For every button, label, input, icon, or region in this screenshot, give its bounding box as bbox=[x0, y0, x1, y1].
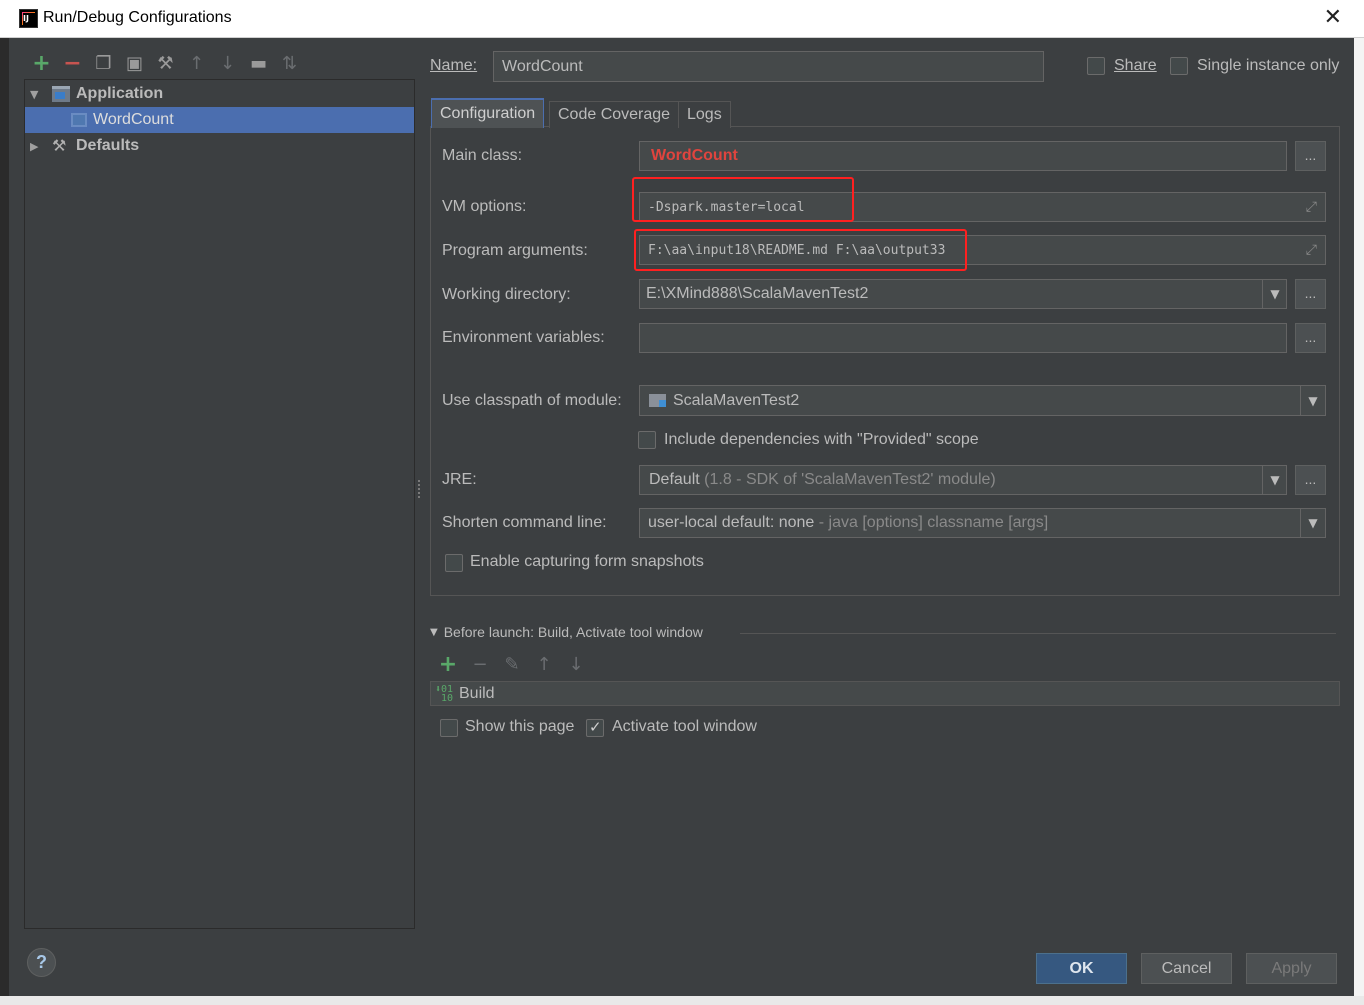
activate-tool-window-checkbox[interactable] bbox=[586, 718, 604, 737]
window-edge-left bbox=[0, 38, 9, 1005]
shorten-command-line-combo[interactable]: user-local default: none - java [options… bbox=[639, 508, 1326, 538]
name-input[interactable]: WordCount bbox=[493, 51, 1044, 82]
tab-code-coverage[interactable]: Code Coverage bbox=[549, 101, 680, 128]
single-instance-label: Single instance only bbox=[1197, 57, 1340, 74]
close-icon[interactable]: ✕ bbox=[1324, 5, 1342, 30]
copy-icon[interactable]: ❐ bbox=[88, 51, 119, 75]
tree-item-label: WordCount bbox=[93, 111, 174, 128]
move-up-icon[interactable]: ↑ bbox=[528, 653, 560, 675]
share-checkbox[interactable] bbox=[1087, 57, 1105, 75]
chevron-down-icon[interactable]: ▼ bbox=[1300, 386, 1325, 415]
working-directory-value: E:\XMind888\ScalaMavenTest2 bbox=[646, 285, 869, 302]
tab-configuration[interactable]: Configuration bbox=[431, 98, 545, 128]
intellij-icon bbox=[19, 9, 38, 28]
splitter-handle[interactable] bbox=[418, 480, 422, 498]
configuration-tree: ▼ Application WordCount ▶ ⚒ Defaults bbox=[24, 79, 415, 929]
environment-variables-label: Environment variables: bbox=[442, 329, 605, 346]
working-directory-label: Working directory: bbox=[442, 286, 571, 303]
before-launch-title: Before launch: Build, Activate tool wind… bbox=[443, 624, 703, 640]
expand-icon[interactable]: ⤢ bbox=[1306, 242, 1317, 258]
chevron-down-icon[interactable]: ▼ bbox=[1262, 466, 1287, 494]
edit-icon[interactable]: ✎ bbox=[496, 653, 528, 675]
window-edge-bottom bbox=[0, 996, 1364, 1005]
vm-options-label: VM options: bbox=[442, 198, 527, 215]
run-config-icon bbox=[71, 113, 87, 127]
enable-snapshots-checkbox[interactable] bbox=[445, 554, 463, 572]
chevron-down-icon[interactable]: ▼ bbox=[1262, 280, 1287, 308]
section-divider bbox=[740, 633, 1336, 634]
wrench-icon[interactable]: ⚒ bbox=[150, 51, 181, 75]
move-up-icon[interactable]: ↑ bbox=[181, 51, 212, 75]
wrench-icon: ⚒ bbox=[52, 136, 67, 155]
environment-variables-browse-button[interactable]: ... bbox=[1295, 323, 1326, 353]
config-toolbar: + − ❐ ▣ ⚒ ↑ ↓ ▬ ⇅ bbox=[26, 51, 305, 76]
expand-arrow-icon[interactable]: ▼ bbox=[30, 88, 44, 101]
add-icon[interactable]: + bbox=[26, 51, 57, 76]
jre-value: Default bbox=[649, 471, 700, 488]
classpath-module-combo[interactable]: ScalaMavenTest2 bbox=[639, 385, 1326, 416]
tab-logs[interactable]: Logs bbox=[678, 101, 731, 128]
jre-hint: (1.8 - SDK of 'ScalaMavenTest2' module) bbox=[704, 471, 996, 488]
main-class-input[interactable]: WordCount bbox=[639, 141, 1287, 171]
move-down-icon[interactable]: ↓ bbox=[212, 51, 243, 75]
highlight-box bbox=[632, 177, 854, 222]
build-icon: ⬇01 10 bbox=[435, 683, 454, 704]
remove-icon[interactable]: − bbox=[57, 51, 88, 76]
environment-variables-input[interactable] bbox=[639, 323, 1287, 353]
apply-button[interactable]: Apply bbox=[1246, 953, 1337, 984]
move-down-icon[interactable]: ↓ bbox=[560, 653, 592, 675]
task-label: Build bbox=[459, 684, 495, 702]
single-instance-checkbox[interactable] bbox=[1170, 57, 1188, 75]
tree-item-label: Defaults bbox=[76, 137, 140, 154]
include-dependencies-label: Include dependencies with "Provided" sco… bbox=[664, 431, 979, 448]
sort-icon[interactable]: ⇅ bbox=[274, 51, 305, 75]
window-edge-right bbox=[1354, 38, 1364, 1005]
jre-label: JRE: bbox=[442, 471, 477, 488]
title-bar: Run/Debug Configurations ✕ bbox=[0, 0, 1364, 38]
working-directory-combo[interactable]: E:\XMind888\ScalaMavenTest2 bbox=[639, 279, 1287, 309]
remove-icon[interactable]: − bbox=[464, 653, 496, 675]
tree-item-wordcount[interactable]: WordCount bbox=[25, 107, 414, 133]
show-this-page-label: Show this page bbox=[465, 718, 575, 735]
highlight-box bbox=[634, 229, 967, 271]
folder-icon[interactable]: ▬ bbox=[243, 51, 274, 75]
ok-button[interactable]: OK bbox=[1036, 953, 1127, 984]
save-icon[interactable]: ▣ bbox=[119, 51, 150, 75]
collapse-arrow-icon[interactable]: ▶ bbox=[30, 140, 44, 153]
before-launch-toolbar: + − ✎ ↑ ↓ bbox=[432, 652, 592, 677]
expand-icon[interactable]: ⤢ bbox=[1306, 199, 1317, 215]
before-launch-header[interactable]: ▼ Before launch: Build, Activate tool wi… bbox=[430, 624, 703, 640]
application-icon bbox=[52, 86, 70, 102]
before-launch-task-build[interactable]: ⬇01 10 Build bbox=[430, 681, 1340, 706]
main-class-browse-button[interactable]: ... bbox=[1295, 141, 1326, 171]
collapse-arrow-icon[interactable]: ▼ bbox=[430, 627, 438, 638]
tree-item-defaults[interactable]: ▶ ⚒ Defaults bbox=[25, 133, 414, 159]
enable-snapshots-label: Enable capturing form snapshots bbox=[470, 553, 704, 570]
jre-browse-button[interactable]: ... bbox=[1295, 465, 1326, 495]
program-arguments-label: Program arguments: bbox=[442, 242, 588, 259]
shorten-command-line-hint: - java [options] classname [args] bbox=[818, 514, 1049, 531]
shorten-command-line-value: user-local default: none bbox=[648, 514, 815, 531]
tree-item-application[interactable]: ▼ Application bbox=[25, 81, 414, 107]
include-dependencies-checkbox[interactable] bbox=[638, 431, 656, 449]
jre-combo[interactable]: Default (1.8 - SDK of 'ScalaMavenTest2' … bbox=[639, 465, 1287, 495]
tree-item-label: Application bbox=[76, 85, 164, 102]
chevron-down-icon[interactable]: ▼ bbox=[1300, 509, 1325, 537]
module-folder-icon bbox=[649, 394, 666, 407]
share-label: Share bbox=[1114, 57, 1157, 74]
help-button[interactable]: ? bbox=[27, 948, 56, 977]
name-label: Name: bbox=[430, 57, 478, 74]
add-icon[interactable]: + bbox=[432, 652, 464, 677]
classpath-module-label: Use classpath of module: bbox=[442, 392, 622, 409]
classpath-module-value: ScalaMavenTest2 bbox=[673, 391, 800, 409]
main-class-label: Main class: bbox=[442, 147, 523, 164]
cancel-button[interactable]: Cancel bbox=[1141, 953, 1232, 984]
shorten-command-line-label: Shorten command line: bbox=[442, 514, 607, 531]
working-directory-browse-button[interactable]: ... bbox=[1295, 279, 1326, 309]
show-this-page-checkbox[interactable] bbox=[440, 719, 458, 737]
activate-tool-window-label: Activate tool window bbox=[612, 718, 757, 735]
window-title: Run/Debug Configurations bbox=[43, 9, 232, 26]
